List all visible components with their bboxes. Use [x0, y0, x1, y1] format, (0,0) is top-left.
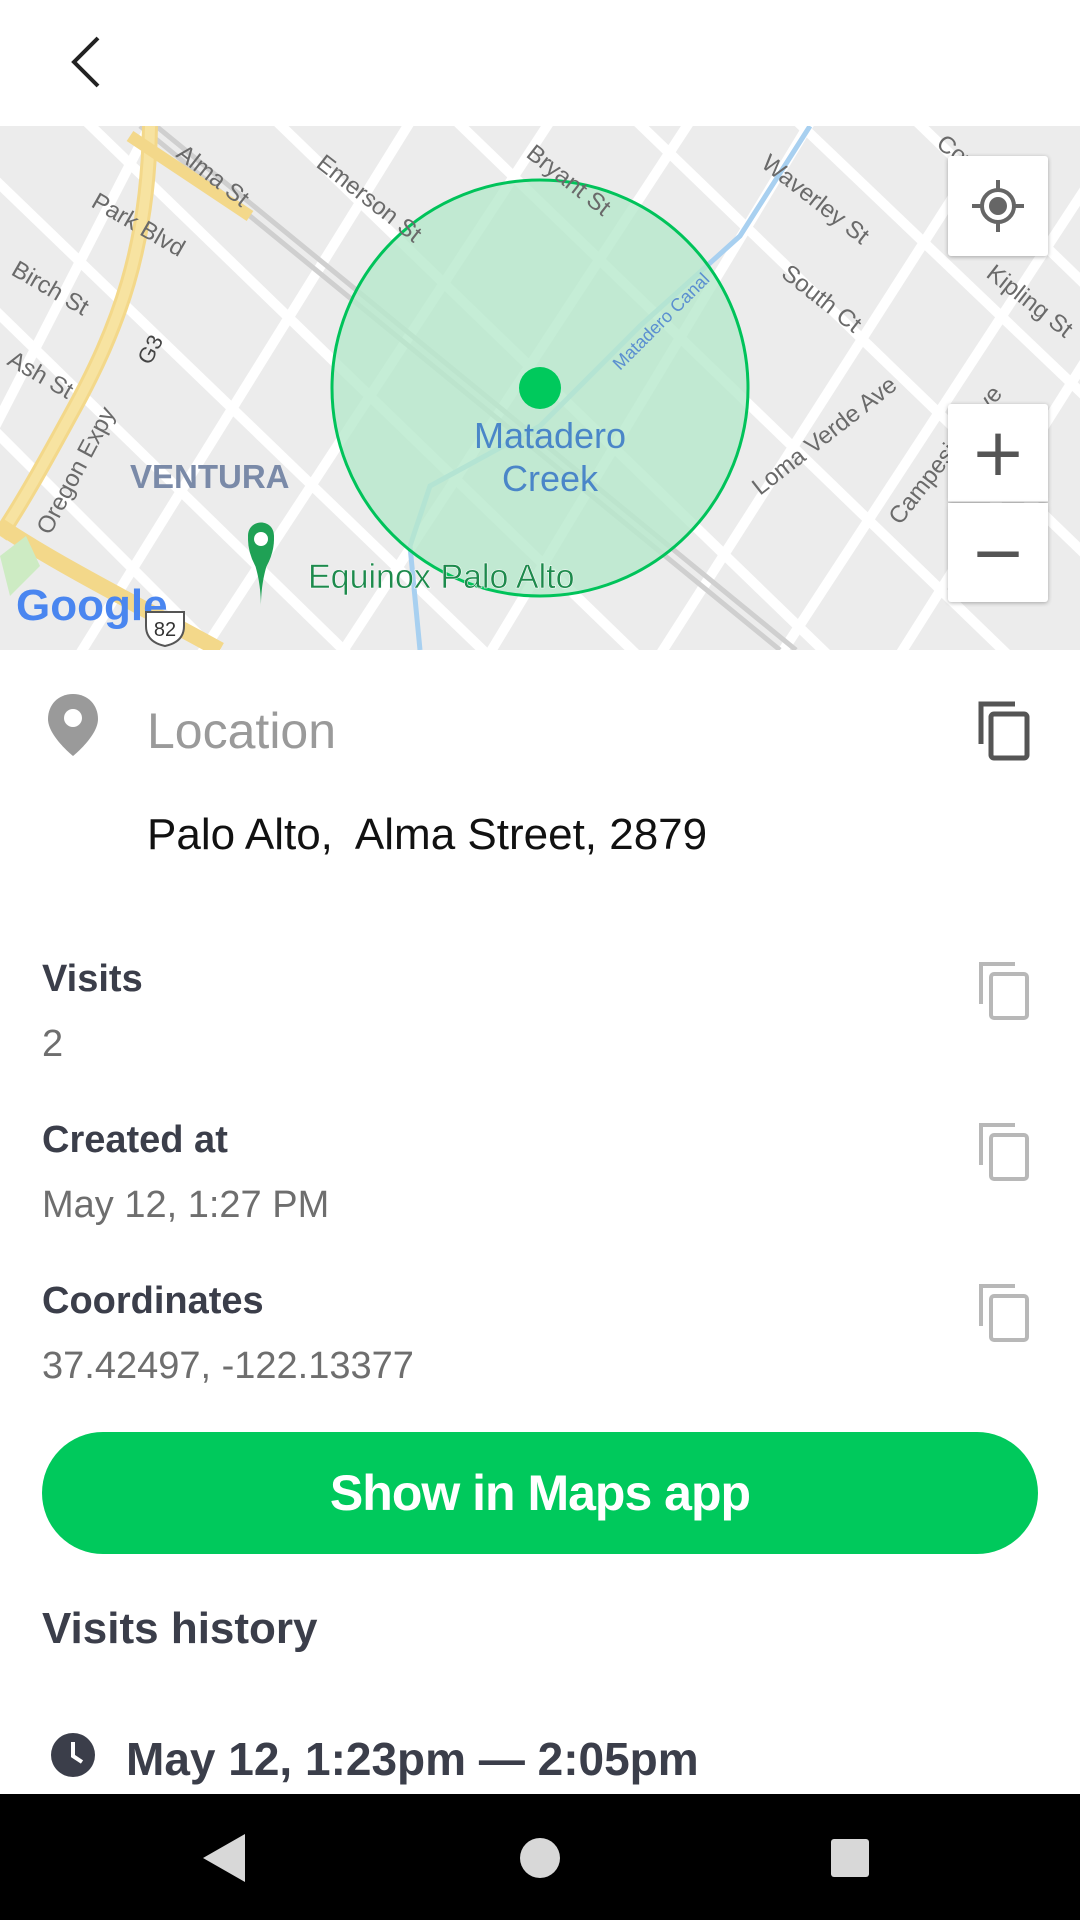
visits-history-title: Visits history [42, 1604, 318, 1653]
coordinates-label: Coordinates [42, 1280, 264, 1322]
creek-label-line1: Matadero [474, 415, 626, 456]
visits-label: Visits [42, 958, 143, 1000]
copy-icon [979, 1284, 1029, 1342]
map-view[interactable]: Alma St Emerson St Bryant St Waverley St… [0, 126, 1080, 650]
history-item: May 12, 1:23pm — 2:05pm [0, 1720, 1080, 1794]
created-value: May 12, 1:27 PM [42, 1184, 330, 1226]
circle-home-icon [520, 1838, 560, 1878]
app-bar [0, 0, 1080, 126]
visits-value: 2 [42, 1023, 64, 1065]
back-button[interactable] [46, 22, 126, 102]
plus-icon: + [970, 413, 1026, 491]
square-recents-icon [831, 1839, 869, 1877]
crosshair-icon [972, 180, 1024, 232]
poi-label: Equinox Palo Alto [308, 558, 575, 596]
location-address: Palo Alto, Alma Street, 2879 [147, 810, 708, 859]
copy-icon [978, 701, 1030, 761]
system-nav-bar [0, 1794, 1080, 1920]
map-canvas: Alma St Emerson St Bryant St Waverley St… [0, 126, 1080, 650]
nav-back-button[interactable] [186, 1820, 262, 1896]
nav-home-button[interactable] [502, 1820, 578, 1896]
copy-icon [979, 962, 1029, 1020]
triangle-back-icon [203, 1834, 245, 1882]
created-label: Created at [42, 1119, 228, 1161]
coordinates-field: Coordinates 37.42497, -122.13377 [42, 1280, 942, 1388]
my-location-button[interactable] [948, 156, 1048, 256]
copy-coordinates-button[interactable] [975, 1280, 1039, 1352]
zoom-out-button[interactable]: − [948, 503, 1048, 602]
area-label: VENTURA [130, 458, 290, 495]
copy-visits-button[interactable] [975, 958, 1039, 1030]
copy-created-button[interactable] [975, 1119, 1039, 1191]
created-field: Created at May 12, 1:27 PM [42, 1119, 942, 1227]
creek-label-line2: Creek [502, 458, 599, 499]
copy-icon [979, 1123, 1029, 1181]
location-pin-icon [48, 694, 98, 756]
location-title: Location [147, 703, 337, 759]
history-item-text: May 12, 1:23pm — 2:05pm [126, 1733, 699, 1785]
back-arrow-icon [71, 36, 100, 88]
visits-field: Visits 2 [42, 958, 942, 1066]
nav-recents-button[interactable] [812, 1820, 888, 1896]
copy-location-button[interactable] [975, 698, 1039, 770]
location-section: Location Palo Alto, Alma Street, 2879 [0, 650, 1080, 886]
coordinates-value: 37.42497, -122.13377 [42, 1345, 414, 1387]
clock-icon [51, 1733, 95, 1777]
minus-icon: − [970, 513, 1026, 591]
zoom-in-button[interactable]: + [948, 404, 1048, 502]
google-logo: Google [16, 581, 168, 630]
show-in-maps-button[interactable]: Show in Maps app [42, 1432, 1038, 1554]
route-shield: 82 [154, 619, 176, 641]
